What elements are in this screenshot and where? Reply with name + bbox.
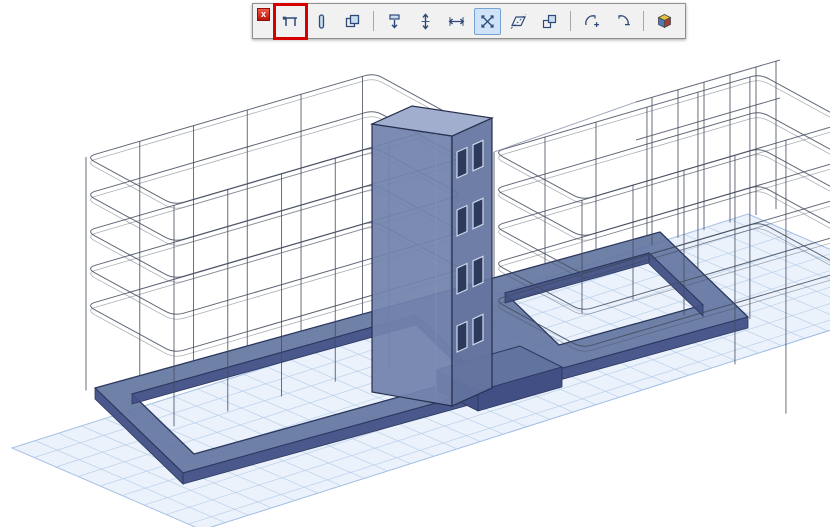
drag-node-icon: [281, 12, 300, 31]
offset-edge-tool-button[interactable]: [308, 8, 335, 35]
elevate-icon: [416, 12, 435, 31]
tower-core: [372, 106, 492, 406]
offset-all-edges-tool-button[interactable]: [339, 8, 366, 35]
application-window: x: [0, 0, 830, 527]
rotate-zoom-out-tool-button[interactable]: [609, 8, 636, 35]
close-button[interactable]: x: [257, 8, 270, 21]
3d-viewport[interactable]: [0, 0, 830, 527]
toolbar-separator: [373, 11, 374, 31]
floating-toolbar: x: [252, 3, 686, 39]
drag-tool-button[interactable]: [381, 8, 408, 35]
mirror-icon: [509, 12, 528, 31]
rotate-plus-icon: [582, 12, 601, 31]
offset-all-edges-icon: [343, 12, 362, 31]
elevate-tool-button[interactable]: [412, 8, 439, 35]
drag-node-tool-button[interactable]: [277, 8, 304, 35]
toolbar-separator: [643, 11, 644, 31]
rotate-zoom-in-tool-button[interactable]: [578, 8, 605, 35]
offset-edge-icon: [312, 12, 331, 31]
multiply-tool-button[interactable]: [536, 8, 563, 35]
3d-cube-icon: [655, 12, 674, 31]
free-move-tool-button[interactable]: [474, 8, 501, 35]
stretch-tool-button[interactable]: [443, 8, 470, 35]
rotate-minus-icon: [613, 12, 632, 31]
free-move-icon: [478, 12, 497, 31]
drag-icon: [385, 12, 404, 31]
view-settings-cube-tool-button[interactable]: [651, 8, 678, 35]
stretch-icon: [447, 12, 466, 31]
multiply-icon: [540, 12, 559, 31]
toolbar-separator: [570, 11, 571, 31]
mirror-tool-button[interactable]: [505, 8, 532, 35]
